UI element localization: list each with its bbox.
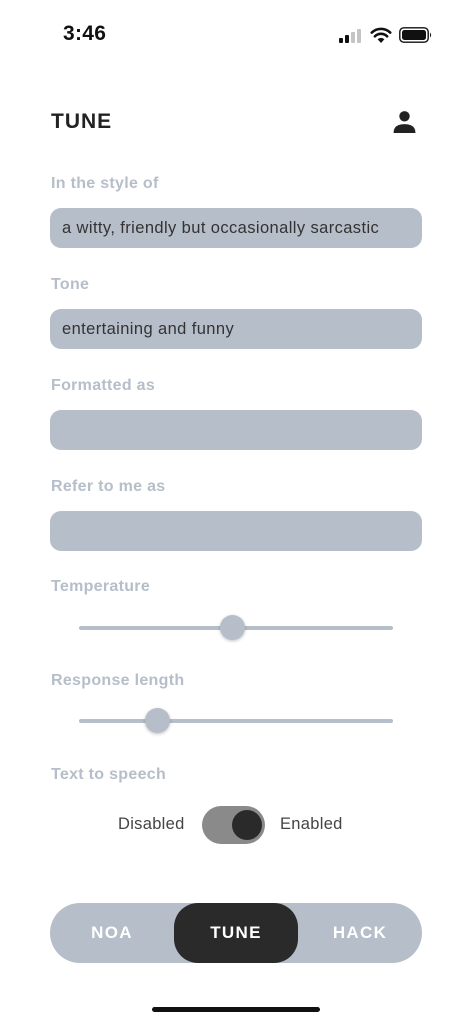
format-input[interactable]: [50, 410, 422, 450]
response-length-slider[interactable]: [79, 706, 393, 736]
format-label: Formatted as: [51, 377, 156, 394]
response-length-slider-thumb[interactable]: [145, 708, 170, 733]
tab-noa[interactable]: NOA: [50, 903, 174, 963]
tts-toggle[interactable]: [202, 806, 265, 844]
refer-input[interactable]: [50, 511, 422, 551]
tone-label: Tone: [51, 276, 90, 293]
tone-input[interactable]: [50, 309, 422, 349]
response-length-slider-track: [79, 719, 393, 723]
style-label: In the style of: [51, 175, 159, 192]
tts-toggle-knob: [232, 810, 262, 840]
temperature-slider[interactable]: [79, 613, 393, 643]
tab-hack[interactable]: HACK: [298, 903, 422, 963]
refer-label: Refer to me as: [51, 478, 166, 495]
temperature-label: Temperature: [51, 578, 151, 595]
signal-icon: [339, 29, 361, 43]
tts-label: Text to speech: [51, 766, 167, 783]
wifi-icon: [370, 27, 392, 43]
battery-icon: [399, 27, 432, 43]
person-icon[interactable]: [392, 109, 417, 134]
tab-bar: NOA TUNE HACK: [50, 903, 422, 963]
tts-disabled-label: Disabled: [118, 815, 185, 833]
home-indicator: [152, 1007, 320, 1012]
temperature-slider-thumb[interactable]: [220, 615, 246, 640]
page-title: TUNE: [51, 110, 113, 133]
status-bar: 3:46: [0, 0, 472, 70]
response-length-label: Response length: [51, 672, 185, 689]
tab-tune[interactable]: TUNE: [174, 903, 298, 963]
style-input[interactable]: [50, 208, 422, 248]
status-time: 3:46: [63, 22, 107, 45]
tts-enabled-label: Enabled: [280, 815, 343, 833]
